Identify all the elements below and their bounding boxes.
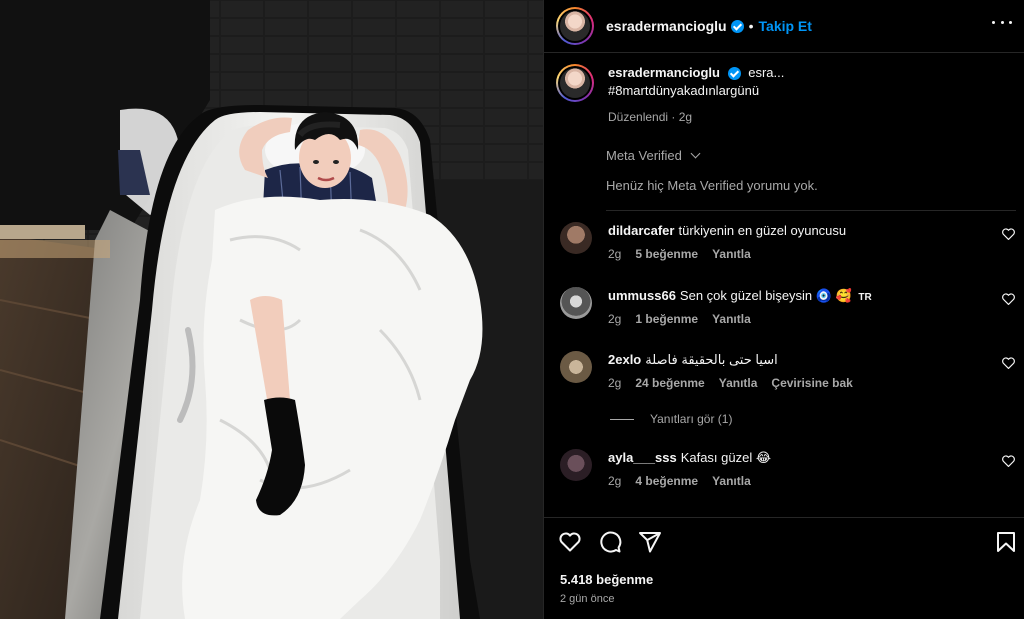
view-replies-label: Yanıtları gör (1) [650, 412, 733, 426]
header-divider [544, 52, 1024, 53]
comment-icon[interactable] [598, 530, 622, 554]
heart-icon[interactable] [1002, 293, 1015, 305]
post-header: esradermancioglu • Takip Et [544, 4, 1024, 48]
verified-badge-icon [730, 19, 744, 33]
commenter-avatar[interactable] [560, 222, 592, 254]
replies-line [610, 418, 634, 420]
comment-body: ummuss66 Sen çok güzel bişeysin 🧿 🥰 TR [608, 287, 988, 307]
share-icon[interactable] [638, 530, 662, 554]
comment-time: 2g [608, 312, 622, 326]
comment-username[interactable]: ayla___sss [608, 450, 677, 465]
heart-icon[interactable] [1002, 357, 1015, 369]
comment-body: ayla___sss Kafası güzel 😂 [608, 449, 988, 467]
caption-username[interactable]: esradermancioglu [608, 65, 720, 80]
comment-likes[interactable]: 4 beğenme [635, 474, 698, 488]
meta-verified-label: Meta Verified [606, 148, 682, 163]
comment-body: 2exlo اسيا حتى بالحقيقة فاصلة [608, 351, 988, 369]
comment-username[interactable]: ummuss66 [608, 288, 676, 303]
bookmark-icon[interactable] [994, 530, 1018, 554]
post-image[interactable] [0, 0, 543, 619]
heart-icon[interactable] [1002, 455, 1015, 467]
heart-icon[interactable] [558, 530, 582, 554]
comment-text: Kafası güzel 😂 [680, 450, 772, 465]
post-side-panel: esradermancioglu • Takip Et esradermanci… [543, 0, 1024, 619]
comment-username[interactable]: dildarcafer [608, 223, 674, 238]
post-time: 2 gün önce [560, 593, 615, 605]
comment-likes[interactable]: 24 beğenme [635, 376, 704, 390]
caption-avatar[interactable] [556, 64, 594, 102]
reply-button[interactable]: Yanıtla [712, 312, 751, 326]
view-replies-button[interactable]: Yanıtları gör (1) [610, 412, 732, 426]
comment-likes[interactable]: 5 beğenme [635, 247, 698, 261]
comment-likes[interactable]: 1 beğenme [635, 312, 698, 326]
comments-divider [606, 210, 1016, 211]
comment-meta: 2g 1 beğenme Yanıtla [608, 312, 751, 326]
chevron-down-icon [690, 148, 700, 159]
comment-time: 2g [608, 376, 622, 390]
reply-button[interactable]: Yanıtla [712, 247, 751, 261]
reply-button[interactable]: Yanıtla [719, 376, 758, 390]
header-username[interactable]: esradermancioglu [606, 18, 727, 34]
actions-divider [544, 517, 1024, 518]
follow-button[interactable]: Takip Et [759, 18, 812, 34]
comment-text: Sen çok güzel bişeysin 🧿 🥰 [679, 288, 852, 303]
comment-text: اسيا حتى بالحقيقة فاصلة [645, 352, 778, 367]
more-options-icon[interactable] [992, 14, 1012, 30]
translate-button[interactable]: Çevirisine bak [771, 376, 852, 390]
comment-badge: TR [858, 292, 872, 303]
caption-hashtag[interactable]: #8martdünyakadınlargünü [608, 82, 784, 100]
caption: esradermancioglu esra... #8martdünyakadı… [556, 64, 1016, 126]
like-count[interactable]: 5.418 beğenme [560, 572, 653, 587]
author-avatar[interactable] [556, 7, 594, 45]
caption-text-block: esradermancioglu esra... #8martdünyakadı… [608, 64, 784, 126]
post-actions [558, 530, 1018, 558]
commenter-avatar[interactable] [560, 287, 592, 319]
comment-meta: 2g 4 beğenme Yanıtla [608, 474, 751, 488]
comment-meta: 2g 24 beğenme Yanıtla Çevirisine bak [608, 376, 853, 390]
comment-body: dildarcafer türkiyenin en güzel oyuncusu [608, 222, 988, 240]
comment-meta: 2g 5 beğenme Yanıtla [608, 247, 751, 261]
comment-time: 2g [608, 474, 622, 488]
heart-icon[interactable] [1002, 228, 1015, 240]
meta-verified-empty: Henüz hiç Meta Verified yorumu yok. [606, 178, 818, 193]
comment-time: 2g [608, 247, 622, 261]
reply-button[interactable]: Yanıtla [712, 474, 751, 488]
meta-verified-toggle[interactable]: Meta Verified [606, 148, 700, 163]
comment-text: türkiyenin en güzel oyuncusu [678, 223, 847, 238]
comment-username[interactable]: 2exlo [608, 352, 641, 367]
header-separator: • [748, 18, 754, 34]
caption-body[interactable]: esra... [748, 65, 784, 80]
caption-meta: Düzenlendi · 2g [608, 110, 693, 124]
commenter-avatar[interactable] [560, 449, 592, 481]
verified-badge-icon [727, 67, 741, 81]
bathtub-photo [0, 0, 543, 619]
commenter-avatar[interactable] [560, 351, 592, 383]
